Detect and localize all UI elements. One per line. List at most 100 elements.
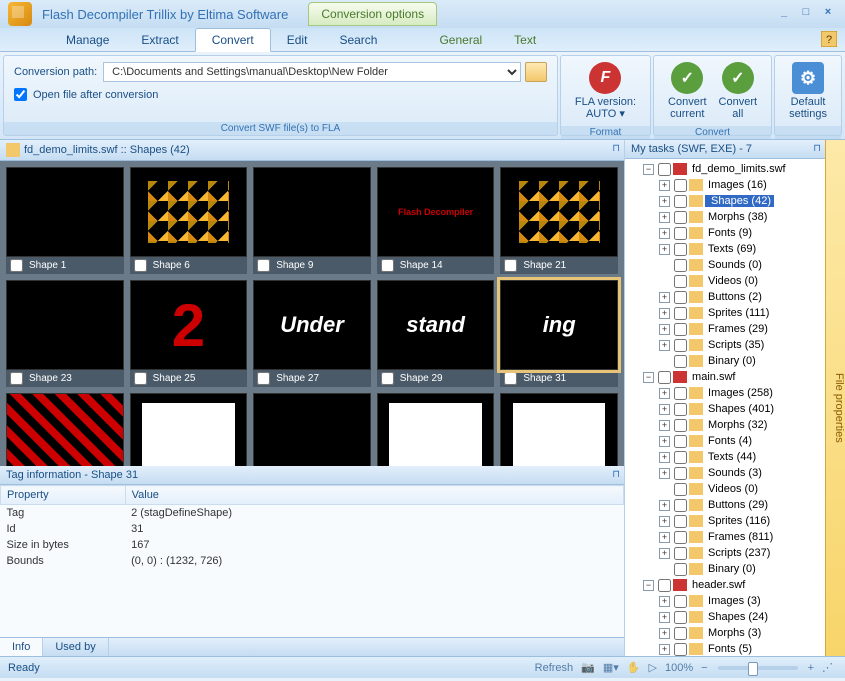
tree-item[interactable]: + Morphs (3) (659, 625, 823, 641)
expand-toggle[interactable]: + (659, 644, 670, 655)
tree-item[interactable]: + Fonts (4) (659, 433, 823, 449)
thumb-checkbox[interactable] (10, 372, 23, 385)
tree-item[interactable]: + Sprites (116) (659, 513, 823, 529)
tree-checkbox[interactable] (674, 467, 687, 480)
tree-checkbox[interactable] (674, 595, 687, 608)
tree-item[interactable]: + Images (258) (659, 385, 823, 401)
subtab-text[interactable]: Text (498, 29, 552, 51)
expand-toggle[interactable]: + (659, 292, 670, 303)
tree-item[interactable]: + Images (3) (659, 593, 823, 609)
col-property[interactable]: Property (1, 486, 126, 505)
tree-item[interactable]: + Buttons (2) (659, 289, 823, 305)
tree-checkbox[interactable] (674, 419, 687, 432)
tree-item[interactable]: − fd_demo_limits.swf (643, 161, 823, 177)
thumb-checkbox[interactable] (134, 259, 147, 272)
thumbnail[interactable]: ingShape 31 (500, 280, 618, 387)
tree-item[interactable]: + Fonts (9) (659, 225, 823, 241)
expand-toggle[interactable]: + (659, 468, 670, 479)
tree-checkbox[interactable] (674, 179, 687, 192)
tree-checkbox[interactable] (674, 515, 687, 528)
tree-checkbox[interactable] (674, 531, 687, 544)
tree-checkbox[interactable] (674, 307, 687, 320)
expand-toggle[interactable]: − (643, 580, 654, 591)
tree-item[interactable]: Binary (0) (659, 561, 823, 577)
task-tree[interactable]: − fd_demo_limits.swf+ Images (16) + Shape… (625, 159, 825, 656)
tree-item[interactable]: + Frames (29) (659, 321, 823, 337)
tab-search[interactable]: Search (323, 29, 393, 51)
thumbnail[interactable]: 2Shape 25 (130, 280, 248, 387)
thumb-checkbox[interactable] (504, 259, 517, 272)
thumb-checkbox[interactable] (504, 372, 517, 385)
expand-toggle[interactable]: − (643, 372, 654, 383)
zoom-in-button[interactable]: + (808, 662, 814, 674)
thumbnail[interactable]: Shape 21 (500, 167, 618, 274)
expand-toggle[interactable]: + (659, 452, 670, 463)
thumbnail[interactable] (6, 393, 124, 466)
expand-toggle[interactable]: + (659, 404, 670, 415)
tree-item[interactable]: + Shapes (24) (659, 609, 823, 625)
tree-item[interactable]: + Scripts (35) (659, 337, 823, 353)
tree-checkbox[interactable] (658, 163, 671, 176)
thumb-checkbox[interactable] (134, 372, 147, 385)
tree-checkbox[interactable] (674, 451, 687, 464)
expand-toggle[interactable]: + (659, 516, 670, 527)
zoom-out-button[interactable]: − (701, 662, 707, 674)
tree-item[interactable]: + Texts (69) (659, 241, 823, 257)
tree-item[interactable]: Sounds (0) (659, 257, 823, 273)
tree-item[interactable]: − header.swf (643, 577, 823, 593)
thumbnail-viewport[interactable]: Shape 1Shape 6Shape 9Flash DecompilerSha… (0, 161, 624, 466)
tree-checkbox[interactable] (674, 483, 687, 496)
tree-item[interactable]: + Morphs (32) (659, 417, 823, 433)
tree-checkbox[interactable] (674, 387, 687, 400)
thumbnail[interactable] (253, 393, 371, 466)
tree-item[interactable]: + Sprites (111) (659, 305, 823, 321)
tree-checkbox[interactable] (674, 435, 687, 448)
expand-toggle[interactable]: + (659, 244, 670, 255)
info-tab-used-by[interactable]: Used by (43, 638, 108, 656)
expand-toggle[interactable]: + (659, 180, 670, 191)
expand-toggle[interactable]: + (659, 436, 670, 447)
expand-toggle[interactable]: + (659, 420, 670, 431)
thumbnail[interactable]: Shape 6 (130, 167, 248, 274)
convert-action-link[interactable]: Convert SWF file(s) to FLA (4, 122, 557, 135)
thumb-checkbox[interactable] (257, 259, 270, 272)
tree-checkbox[interactable] (674, 323, 687, 336)
tab-manage[interactable]: Manage (50, 29, 125, 51)
pin-icon[interactable]: ⊓ (813, 143, 821, 154)
camera-icon[interactable]: 📷 (581, 661, 595, 674)
tree-checkbox[interactable] (674, 291, 687, 304)
expand-toggle[interactable]: + (659, 308, 670, 319)
thumbnail[interactable]: Shape 1 (6, 167, 124, 274)
tree-item[interactable]: + Images (16) (659, 177, 823, 193)
convert-current-button[interactable]: Convertcurrent (662, 60, 713, 122)
tree-checkbox[interactable] (674, 227, 687, 240)
help-icon[interactable]: ? (821, 31, 837, 50)
expand-toggle[interactable]: + (659, 388, 670, 399)
tree-item[interactable]: + Scripts (237) (659, 545, 823, 561)
tab-convert[interactable]: Convert (195, 28, 271, 52)
convert-all-button[interactable]: Convertall (713, 60, 764, 122)
maximize-button[interactable]: □ (797, 6, 815, 22)
view-mode-icon[interactable]: ▦▾ (603, 661, 619, 674)
tree-item[interactable]: + Texts (44) (659, 449, 823, 465)
expand-toggle[interactable]: + (659, 196, 670, 207)
thumb-checkbox[interactable] (381, 372, 394, 385)
tree-item[interactable]: + Buttons (29) (659, 497, 823, 513)
thumb-checkbox[interactable] (10, 259, 23, 272)
thumb-checkbox[interactable] (257, 372, 270, 385)
tree-checkbox[interactable] (674, 211, 687, 224)
tree-item[interactable]: − main.swf (643, 369, 823, 385)
play-icon[interactable]: ▷ (649, 661, 657, 674)
tree-checkbox[interactable] (674, 259, 687, 272)
expand-toggle[interactable]: − (643, 164, 654, 175)
thumbnail[interactable]: Shape 23 (6, 280, 124, 387)
expand-toggle[interactable]: + (659, 596, 670, 607)
thumbnail[interactable]: Flash DecompilerShape 14 (377, 167, 495, 274)
tab-edit[interactable]: Edit (271, 29, 324, 51)
conversion-options-tab[interactable]: Conversion options (308, 2, 437, 26)
thumb-checkbox[interactable] (381, 259, 394, 272)
pin-icon[interactable]: ⊓ (612, 469, 620, 480)
tree-checkbox[interactable] (674, 275, 687, 288)
path-input[interactable]: C:\Documents and Settings\manual\Desktop… (103, 62, 521, 82)
default-settings-button[interactable]: Defaultsettings (783, 60, 833, 122)
